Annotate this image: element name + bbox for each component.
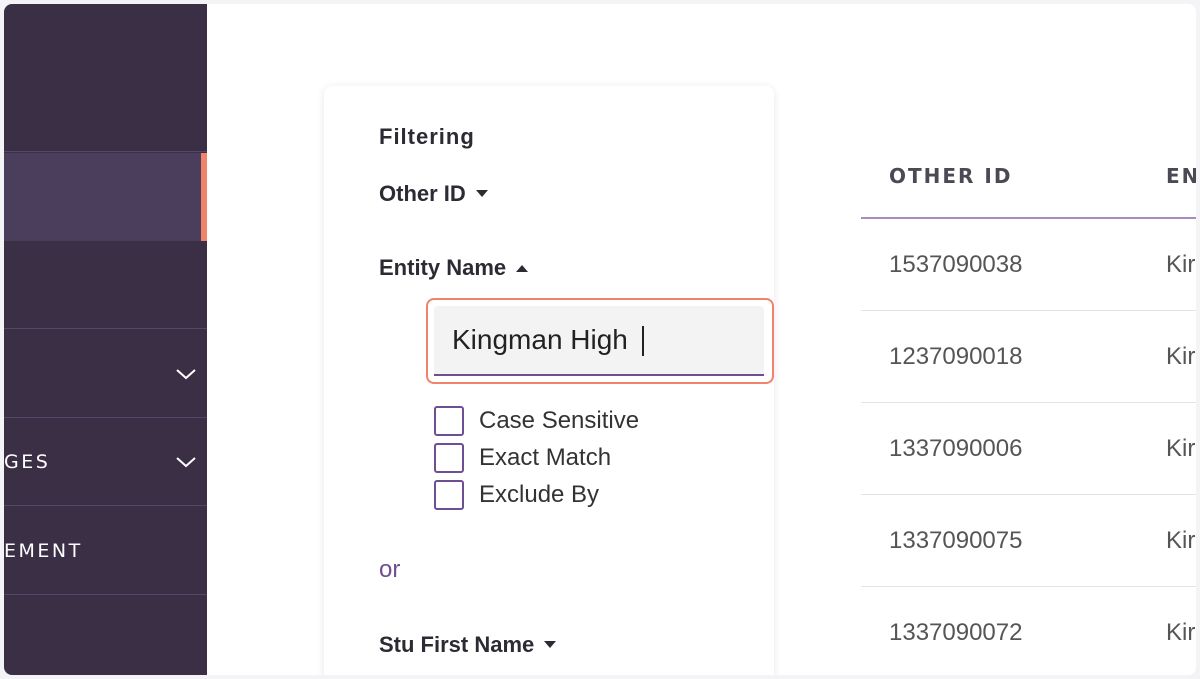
cell-entity: Kir [1166, 434, 1196, 462]
cell-entity: Kir [1166, 526, 1196, 554]
filter-stu-first-name-label: Stu First Name [379, 632, 535, 657]
exact-match-option[interactable]: Exact Match [434, 439, 639, 476]
or-link[interactable]: or [379, 556, 400, 584]
column-header-entity[interactable]: EN [1166, 164, 1196, 188]
text-cursor [642, 326, 644, 356]
filter-other-id-label: Other ID [379, 181, 466, 206]
table-row[interactable]: 1337090006 Kir [861, 403, 1196, 495]
results-table: OTHER ID EN 1537090038 Kir 1237090018 Ki… [804, 72, 1196, 675]
filter-other-id-toggle[interactable]: Other ID [379, 181, 488, 207]
sidebar-item-changes[interactable]: GES [4, 418, 207, 506]
entity-name-input[interactable] [434, 306, 764, 376]
column-header-other-id[interactable]: OTHER ID [889, 164, 1012, 188]
sidebar-item-label: EMENT [4, 539, 83, 562]
cell-other-id: 1337090006 [889, 434, 1023, 462]
table-row[interactable]: 1537090038 Kir [861, 219, 1196, 311]
sidebar-item-management[interactable]: EMENT [4, 507, 207, 595]
sidebar: GES EMENT [4, 4, 207, 675]
sidebar-item-1[interactable] [4, 64, 207, 152]
app-window: GES EMENT Filtering Other ID Entity Name [4, 4, 1196, 675]
exact-match-label: Exact Match [479, 443, 612, 471]
sidebar-item-4[interactable] [4, 330, 207, 418]
caret-down-icon [475, 190, 488, 198]
filter-panel: Filtering Other ID Entity Name Case Sens… [324, 86, 774, 675]
filter-entity-name-toggle[interactable]: Entity Name [379, 255, 529, 281]
cell-entity: Kir [1166, 342, 1196, 370]
case-sensitive-label: Case Sensitive [479, 406, 640, 434]
table-row[interactable]: 1237090018 Kir [861, 311, 1196, 403]
exclude-by-checkbox[interactable] [434, 479, 464, 510]
chevron-down-icon[interactable] [175, 367, 196, 381]
table-row[interactable]: 1337090072 Kir [861, 587, 1196, 675]
cell-entity: Kir [1166, 250, 1196, 278]
entity-name-input-focus-ring [426, 298, 774, 384]
filter-stu-first-name-toggle[interactable]: Stu First Name [379, 632, 557, 658]
exclude-by-option[interactable]: Exclude By [434, 476, 639, 513]
cell-other-id: 1237090018 [889, 342, 1023, 370]
exact-match-checkbox[interactable] [434, 442, 464, 473]
cell-other-id: 1337090072 [889, 619, 1023, 646]
sidebar-item-7[interactable] [4, 595, 207, 675]
filter-options: Case Sensitive Exact Match Exclude By [434, 402, 639, 513]
sidebar-item-3[interactable] [4, 241, 207, 329]
sidebar-item-active[interactable] [4, 153, 207, 241]
exclude-by-label: Exclude By [479, 480, 600, 508]
filter-entity-name-label: Entity Name [379, 255, 507, 280]
caret-up-icon [516, 264, 529, 272]
caret-down-icon [544, 641, 557, 649]
case-sensitive-option[interactable]: Case Sensitive [434, 402, 639, 439]
cell-entity: Kir [1166, 619, 1196, 646]
filter-title: Filtering [379, 124, 475, 149]
cell-other-id: 1337090075 [889, 526, 1023, 554]
table-row[interactable]: 1337090075 Kir [861, 495, 1196, 587]
sidebar-item-label: GES [4, 450, 51, 473]
case-sensitive-checkbox[interactable] [434, 405, 464, 436]
chevron-down-icon[interactable] [175, 455, 196, 469]
cell-other-id: 1537090038 [889, 250, 1023, 278]
